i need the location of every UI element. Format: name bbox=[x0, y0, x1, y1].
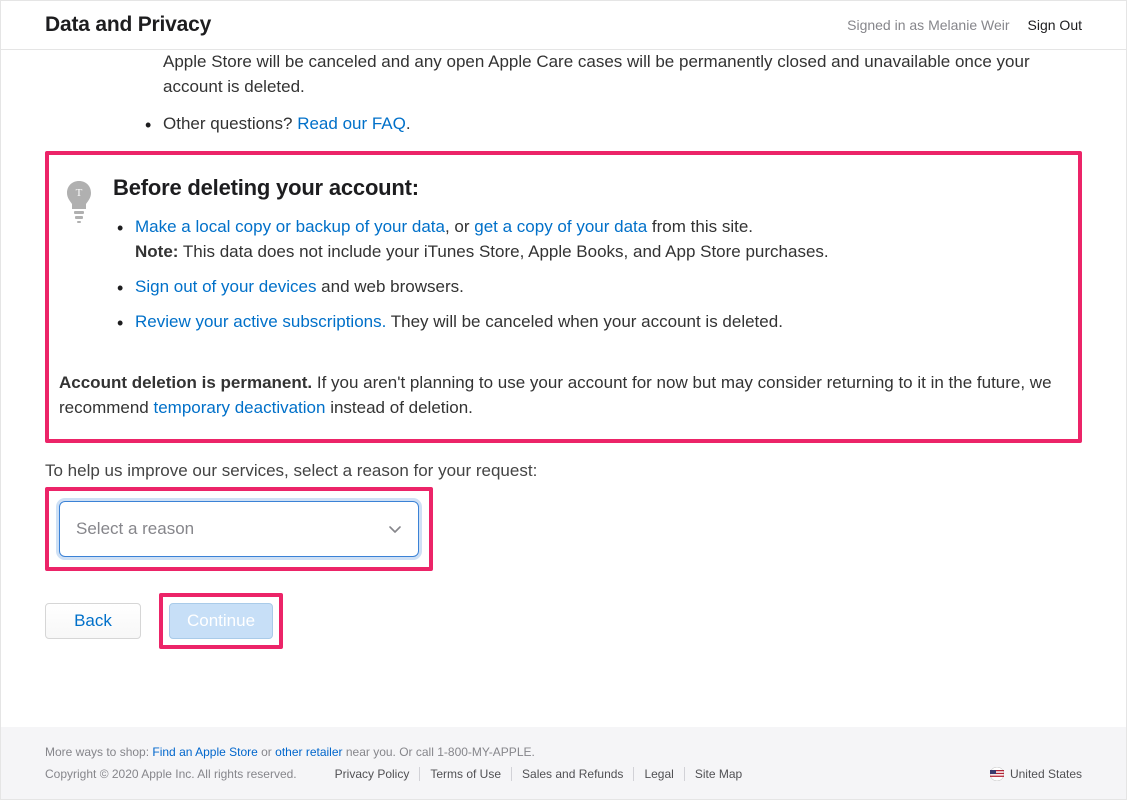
chevron-down-icon bbox=[388, 522, 402, 536]
sign-out-devices-link[interactable]: Sign out of your devices bbox=[135, 277, 316, 296]
find-store-link[interactable]: Find an Apple Store bbox=[152, 745, 257, 759]
get-copy-link[interactable]: get a copy of your data bbox=[474, 217, 647, 236]
back-button[interactable]: Back bbox=[45, 603, 141, 639]
flag-icon bbox=[990, 767, 1004, 781]
review-subscriptions-link[interactable]: Review your active subscriptions. bbox=[135, 312, 386, 331]
region-selector[interactable]: United States bbox=[990, 767, 1082, 781]
list-item: Apple Store will be canceled and any ope… bbox=[141, 50, 1060, 100]
sign-out-link[interactable]: Sign Out bbox=[1028, 17, 1082, 33]
svg-text:T: T bbox=[76, 187, 83, 199]
select-highlight: Select a reason bbox=[45, 487, 433, 571]
continue-highlight: Continue bbox=[159, 593, 283, 649]
permanent-label: Account deletion is permanent. bbox=[59, 373, 312, 392]
footer-bottom: Copyright © 2020 Apple Inc. All rights r… bbox=[45, 767, 1082, 781]
region-label: United States bbox=[1010, 767, 1082, 781]
select-placeholder: Select a reason bbox=[76, 519, 194, 539]
reason-select[interactable]: Select a reason bbox=[59, 501, 419, 557]
header: Data and Privacy Signed in as Melanie We… bbox=[1, 1, 1126, 50]
backup-data-link[interactable]: Make a local copy or backup of your data bbox=[135, 217, 445, 236]
lightbulb-icon: T bbox=[63, 179, 95, 232]
list-item: Review your active subscriptions. They w… bbox=[113, 310, 829, 335]
footer-link-sitemap[interactable]: Site Map bbox=[685, 767, 752, 781]
continue-button[interactable]: Continue bbox=[169, 603, 273, 639]
main-content: Apple Store will be canceled and any ope… bbox=[1, 50, 1126, 669]
before-delete-heading: Before deleting your account: bbox=[113, 175, 829, 201]
reason-label: To help us improve our services, select … bbox=[45, 461, 1082, 481]
signed-in-text: Signed in as Melanie Weir bbox=[847, 17, 1009, 33]
faq-link[interactable]: Read our FAQ bbox=[297, 114, 406, 133]
before-delete-highlight: T Before deleting your account: Make a l… bbox=[45, 151, 1082, 443]
permanent-notice: Account deletion is permanent. If you ar… bbox=[59, 371, 1058, 421]
copyright: Copyright © 2020 Apple Inc. All rights r… bbox=[45, 767, 297, 781]
list-item: Sign out of your devices and web browser… bbox=[113, 275, 829, 300]
before-delete-body: Before deleting your account: Make a loc… bbox=[113, 175, 829, 345]
footer-top: More ways to shop: Find an Apple Store o… bbox=[45, 745, 1082, 759]
list-item: Other questions? Read our FAQ. bbox=[141, 112, 1060, 137]
footer-links: Privacy Policy Terms of Use Sales and Re… bbox=[325, 767, 753, 781]
footer: More ways to shop: Find an Apple Store o… bbox=[1, 727, 1126, 799]
partial-list: Apple Store will be canceled and any ope… bbox=[141, 50, 1060, 137]
list-item: Make a local copy or backup of your data… bbox=[113, 215, 829, 265]
footer-link-sales[interactable]: Sales and Refunds bbox=[512, 767, 634, 781]
header-right: Signed in as Melanie Weir Sign Out bbox=[847, 17, 1082, 33]
button-row: Back Continue bbox=[45, 593, 1082, 649]
footer-link-legal[interactable]: Legal bbox=[634, 767, 684, 781]
page-title: Data and Privacy bbox=[45, 13, 211, 37]
other-retailer-link[interactable]: other retailer bbox=[275, 745, 342, 759]
before-delete-section: T Before deleting your account: Make a l… bbox=[59, 175, 1058, 345]
temporary-deactivation-link[interactable]: temporary deactivation bbox=[153, 398, 325, 417]
note-label: Note: bbox=[135, 242, 178, 261]
footer-link-privacy[interactable]: Privacy Policy bbox=[325, 767, 421, 781]
footer-link-terms[interactable]: Terms of Use bbox=[420, 767, 512, 781]
